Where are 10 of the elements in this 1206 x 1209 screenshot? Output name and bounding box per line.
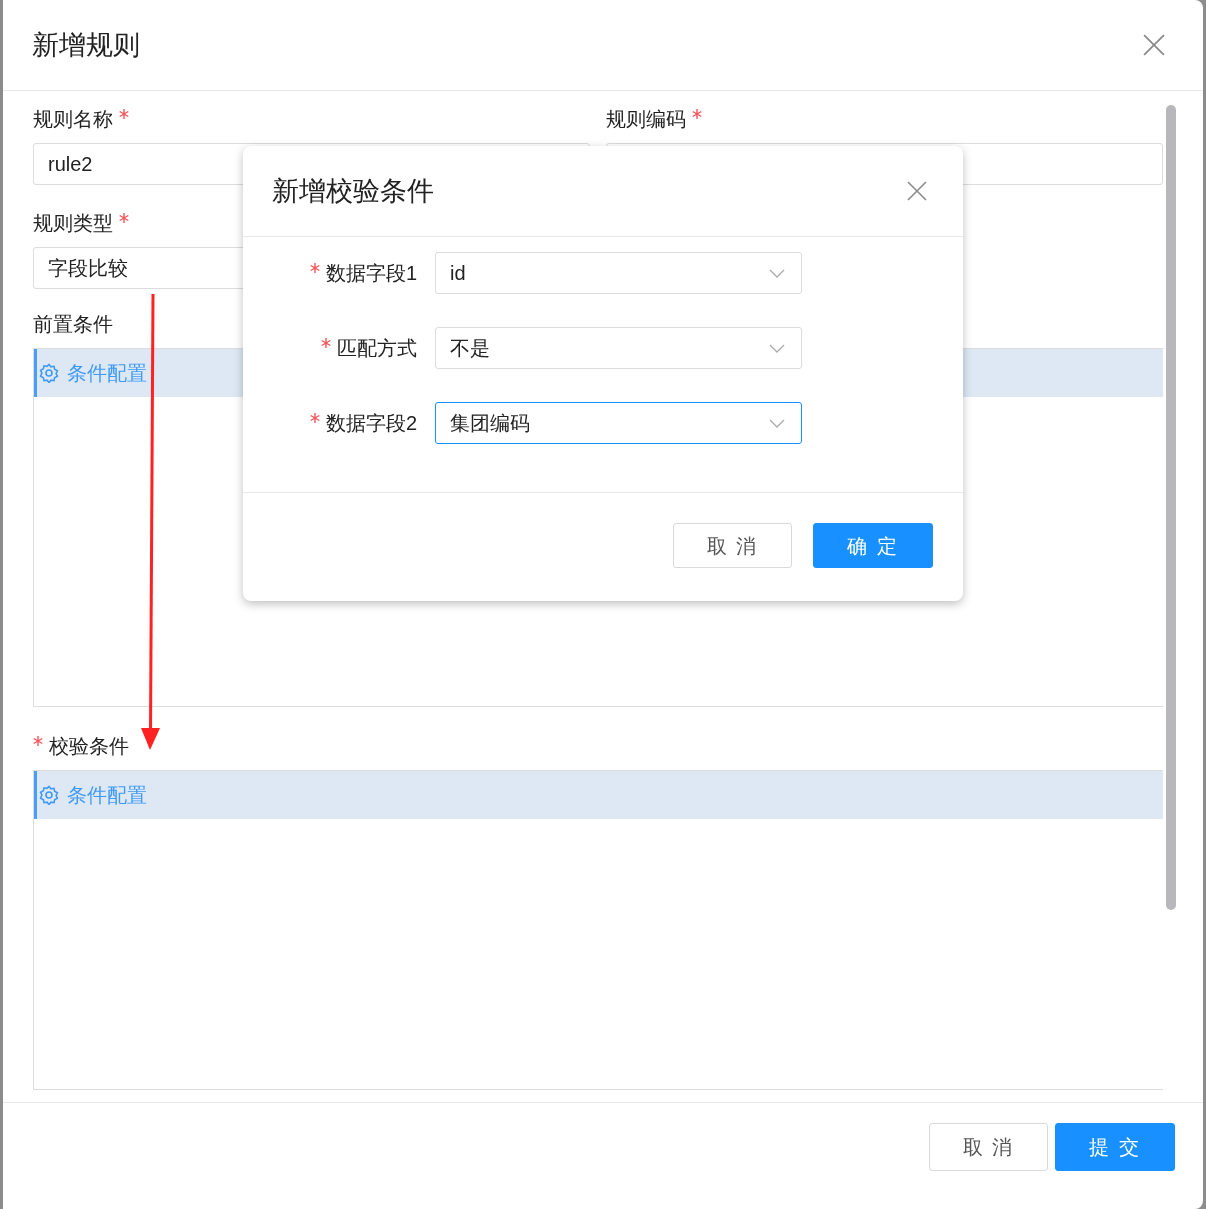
dialog-title: 新增规则 — [32, 28, 140, 62]
field-label: 匹配方式 — [337, 336, 417, 361]
field-label: 数据字段1 — [325, 261, 417, 286]
modal-title: 新增校验条件 — [272, 174, 434, 208]
field-label: 规则类型 — [33, 211, 113, 236]
section-label: 校验条件 — [49, 734, 129, 759]
field-label: 规则名称 — [33, 107, 113, 132]
field-label: 规则编码 — [606, 107, 686, 132]
field-label: 数据字段2 — [325, 411, 417, 436]
section-label: 前置条件 — [33, 312, 113, 337]
